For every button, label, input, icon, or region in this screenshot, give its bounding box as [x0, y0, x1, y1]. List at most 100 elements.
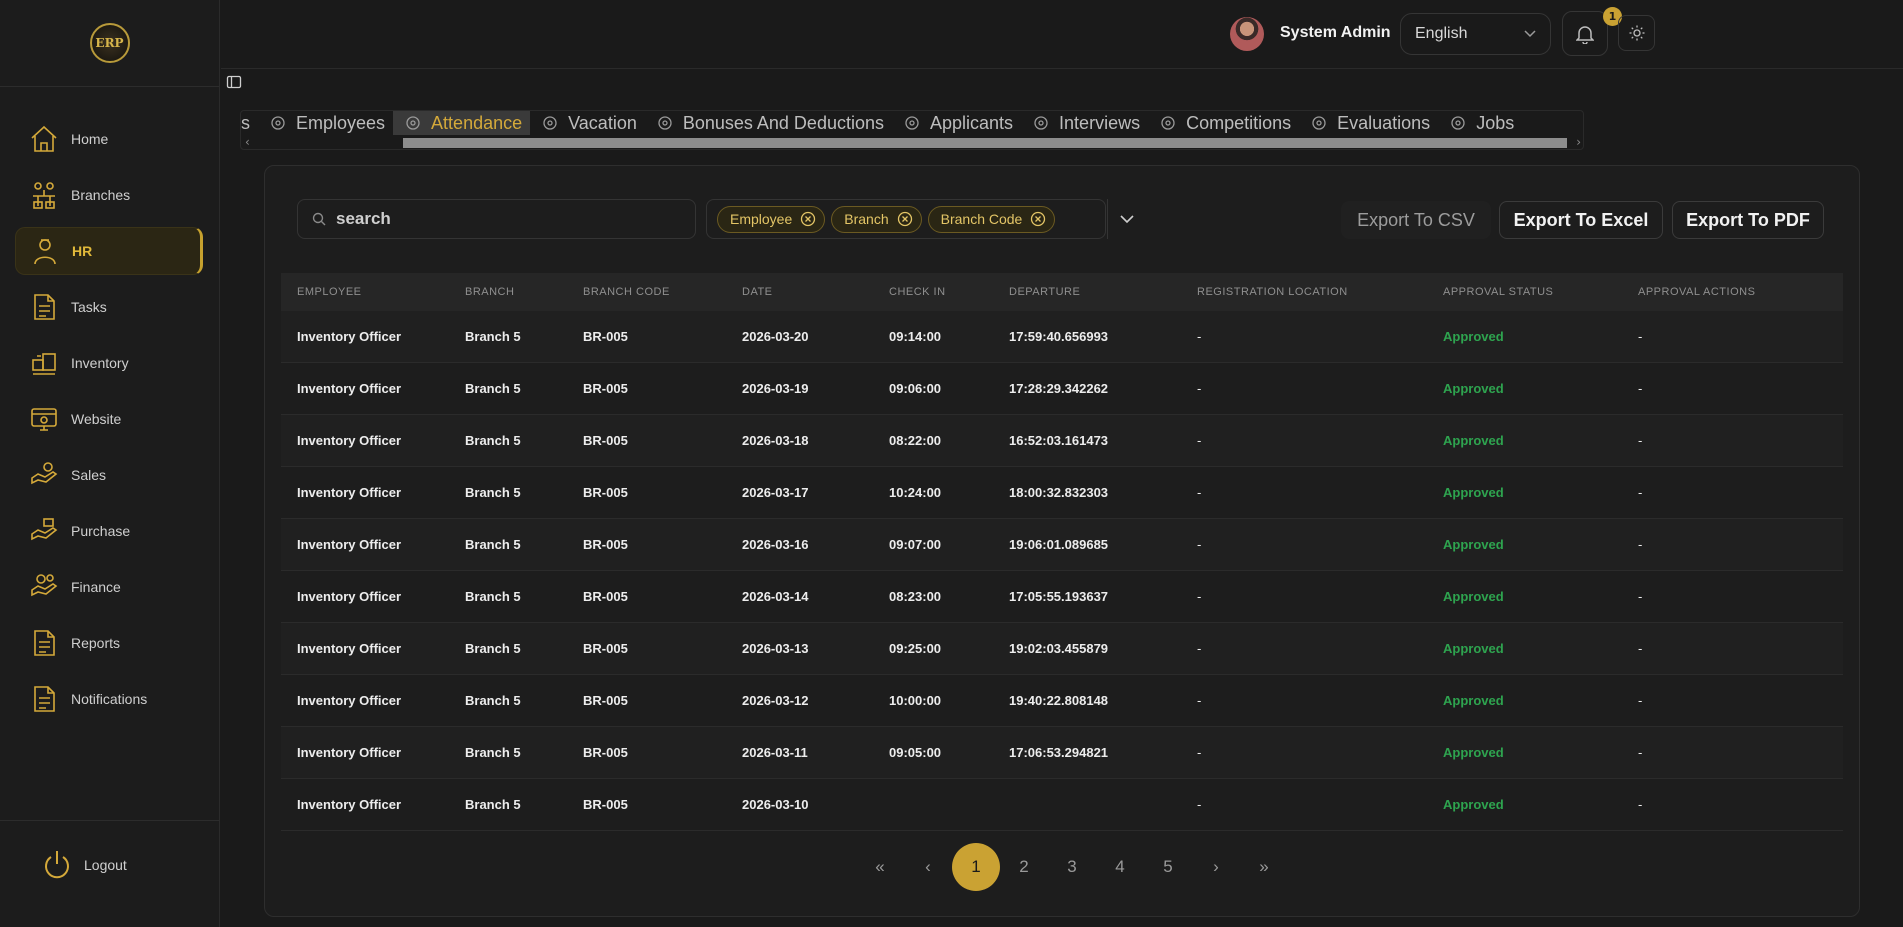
sidebar-item-inventory[interactable]: Inventory [15, 339, 203, 387]
table-row[interactable]: Inventory Officer Branch 5 BR-005 2026-03-1… [281, 727, 1843, 779]
erp-logo[interactable]: ERP [89, 23, 130, 63]
table-row[interactable]: Inventory Officer Branch 5 BR-005 2026-03-1… [281, 571, 1843, 623]
column-header-approval-actions[interactable]: APPROVAL ACTIONS [1638, 286, 1798, 298]
sidebar-item-home[interactable]: Home [15, 115, 203, 163]
sidebar-toggle-icon[interactable] [226, 74, 242, 90]
sun-icon [1629, 25, 1644, 41]
avatar[interactable] [1230, 17, 1264, 51]
tab-vacation[interactable]: Vacation [530, 111, 645, 135]
tabs-scrollbar[interactable]: ‹ › [241, 135, 1583, 149]
table-row[interactable]: Inventory Officer Branch 5 BR-005 2026-03-1… [281, 779, 1843, 831]
table-cell: - [1638, 693, 1643, 708]
table-cell: 09:25:00 [889, 641, 942, 656]
column-header-branch[interactable]: BRANCH [465, 286, 583, 298]
table-row[interactable]: Inventory Officer Branch 5 BR-005 2026-03-1… [281, 415, 1843, 467]
sidebar-item-label: Inventory [71, 355, 129, 371]
table-cell: Inventory Officer [297, 433, 402, 448]
table-cell: Branch 5 [465, 693, 521, 708]
next-page-button[interactable]: › [1192, 843, 1240, 891]
sidebar-item-reports[interactable]: Reports [15, 619, 203, 667]
table-row[interactable]: Inventory Officer Branch 5 BR-005 2026-03-1… [281, 623, 1843, 675]
page-button-3[interactable]: 3 [1048, 843, 1096, 891]
website-icon [29, 404, 59, 434]
filter-chip-employee[interactable]: Employee [717, 205, 826, 233]
theme-toggle[interactable] [1618, 15, 1655, 51]
last-page-button[interactable]: » [1240, 843, 1288, 891]
status-badge: Approved [1443, 433, 1504, 448]
table-header: EMPLOYEE BRANCH BRANCH CODE DATE CHECK IN DEP… [281, 273, 1843, 311]
notifications-button[interactable] [1562, 11, 1608, 56]
search-input[interactable] [336, 209, 676, 229]
column-header-employee[interactable]: EMPLOYEE [281, 286, 465, 298]
remove-chip-icon[interactable] [897, 211, 913, 227]
table-cell: - [1197, 433, 1202, 448]
sidebar-item-notifications[interactable]: Notifications [15, 675, 203, 723]
sidebar-item-label: Website [71, 411, 122, 427]
sidebar-item-sales[interactable]: Sales [15, 451, 203, 499]
table-cell: BR-005 [583, 589, 628, 604]
hr-tabs: s Employees Attendance Vacation Bonuses And… [240, 110, 1584, 150]
table-cell: 2026-03-12 [742, 693, 809, 708]
column-header-registration-location[interactable]: REGISTRATION LOCATION [1197, 286, 1443, 298]
user-name[interactable]: System Admin [1280, 24, 1391, 42]
tab-partial[interactable]: s [241, 111, 258, 135]
tab-jobs[interactable]: Jobs [1438, 111, 1522, 135]
table-row[interactable]: Inventory Officer Branch 5 BR-005 2026-03-2… [281, 311, 1843, 363]
table-row[interactable]: Inventory Officer Branch 5 BR-005 2026-03-1… [281, 363, 1843, 415]
page-button-1[interactable]: 1 [952, 843, 1000, 891]
tab-icon [268, 113, 288, 133]
logout-button[interactable]: Logout [42, 848, 127, 882]
export-csv-button[interactable]: Export To CSV [1341, 201, 1491, 239]
page-button-2[interactable]: 2 [1000, 843, 1048, 891]
sidebar-item-purchase[interactable]: Purchase [15, 507, 203, 555]
table-cell: - [1638, 589, 1643, 604]
table-cell: 2026-03-10 [742, 797, 809, 812]
remove-chip-icon[interactable] [1030, 211, 1046, 227]
table-row[interactable]: Inventory Officer Branch 5 BR-005 2026-03-1… [281, 519, 1843, 571]
table-cell: Branch 5 [465, 745, 521, 760]
sidebar-item-website[interactable]: Website [15, 395, 203, 443]
tab-competitions[interactable]: Competitions [1148, 111, 1299, 135]
column-header-date[interactable]: DATE [742, 286, 889, 298]
column-header-departure[interactable]: DEPARTURE [1009, 286, 1197, 298]
column-header-approval-status[interactable]: APPROVAL STATUS [1443, 286, 1638, 298]
sidebar-item-tasks[interactable]: Tasks [15, 283, 203, 331]
scrollbar-thumb[interactable] [403, 138, 1567, 148]
table-row[interactable]: Inventory Officer Branch 5 BR-005 2026-03-1… [281, 467, 1843, 519]
sidebar-item-label: Home [71, 131, 109, 147]
tab-evaluations[interactable]: Evaluations [1299, 111, 1438, 135]
filter-dropdown-button[interactable] [1107, 199, 1146, 239]
column-header-branch-code[interactable]: BRANCH CODE [583, 286, 742, 298]
scroll-left-icon[interactable]: ‹ [245, 135, 250, 149]
search-box[interactable] [297, 199, 696, 239]
tab-icon [1448, 113, 1468, 133]
remove-chip-icon[interactable] [800, 211, 816, 227]
table-cell: 2026-03-20 [742, 329, 809, 344]
tab-attendance[interactable]: Attendance [393, 111, 531, 135]
column-filter[interactable]: Employee Branch Branch Code [706, 199, 1106, 239]
export-excel-button[interactable]: Export To Excel [1499, 201, 1663, 239]
tab-applicants[interactable]: Applicants [892, 111, 1021, 135]
page-button-4[interactable]: 4 [1096, 843, 1144, 891]
table-cell: - [1197, 329, 1202, 344]
sidebar-nav: Home Branches HR Tasks Inventory Website Sales… [15, 115, 203, 731]
chevron-down-icon [1120, 214, 1134, 223]
tab-partial-label: s [241, 112, 250, 133]
first-page-button[interactable]: « [856, 843, 904, 891]
language-select[interactable]: English [1400, 13, 1551, 55]
column-header-check-in[interactable]: CHECK IN [889, 286, 1009, 298]
sidebar-item-finance[interactable]: Finance [15, 563, 203, 611]
tab-interviews[interactable]: Interviews [1021, 111, 1148, 135]
sidebar-item-hr[interactable]: HR [15, 227, 203, 275]
sidebar-item-branches[interactable]: Branches [15, 171, 203, 219]
tab-bonuses-and-deductions[interactable]: Bonuses And Deductions [645, 111, 892, 135]
page-button-5[interactable]: 5 [1144, 843, 1192, 891]
table-row[interactable]: Inventory Officer Branch 5 BR-005 2026-03-1… [281, 675, 1843, 727]
filter-chip-branch[interactable]: Branch [831, 205, 922, 233]
tab-employees[interactable]: Employees [258, 111, 393, 135]
scroll-right-icon[interactable]: › [1576, 135, 1581, 149]
filter-chip-branch-code[interactable]: Branch Code [927, 205, 1056, 233]
table-cell: Inventory Officer [297, 693, 402, 708]
prev-page-button[interactable]: ‹ [904, 843, 952, 891]
export-pdf-button[interactable]: Export To PDF [1672, 201, 1824, 239]
